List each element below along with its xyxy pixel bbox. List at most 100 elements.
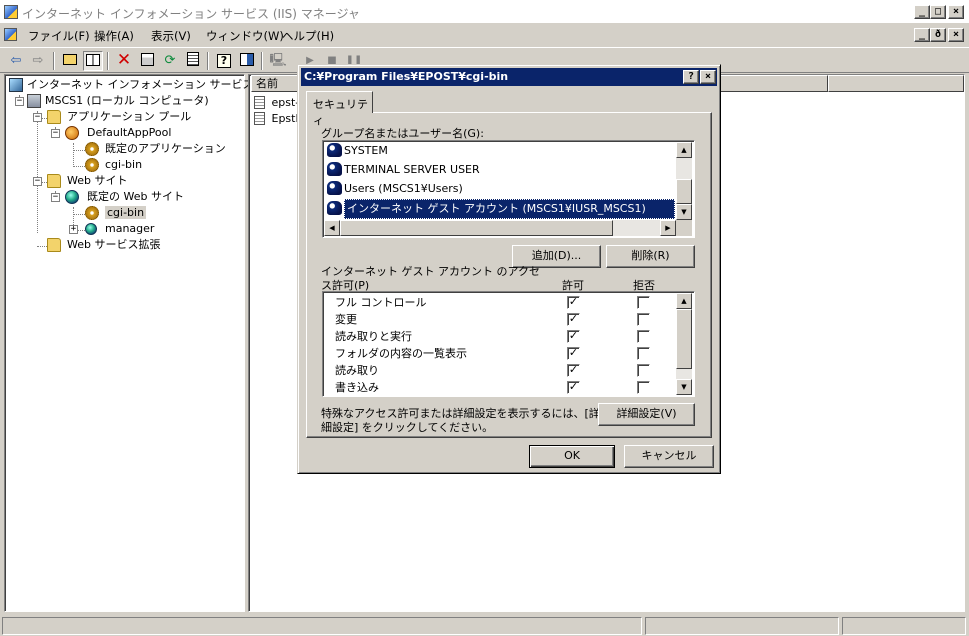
permission-row: 読み取りと実行 [335, 330, 412, 343]
child-restore-button[interactable]: ð [930, 28, 946, 42]
list-item[interactable]: Epstl [254, 111, 299, 127]
computer-icon[interactable]: 🖳 [268, 51, 288, 71]
main-window-title: インターネット インフォメーション サービス (IIS) マネージャ [22, 7, 360, 21]
menu-view[interactable]: 表示(V) [151, 28, 191, 44]
computer-icon [27, 94, 41, 108]
tree-label: Web サイト [67, 174, 128, 187]
help-icon[interactable]: ? [214, 51, 234, 71]
child-minimize-button[interactable]: _ [914, 28, 930, 42]
collapse-toggle-icon[interactable]: − [15, 97, 24, 106]
tree-item-manager[interactable]: manager [85, 221, 154, 237]
collapse-toggle-icon[interactable]: − [51, 129, 60, 138]
file-icon [254, 96, 265, 109]
advanced-button[interactable]: 詳細設定(V) [598, 403, 695, 426]
group-users-label: グループ名またはユーザー名(G): [321, 127, 484, 140]
scroll-up-arrow-icon[interactable]: ▲ [676, 142, 692, 158]
refresh-icon[interactable]: ⟳ [160, 51, 180, 71]
scroll-down-arrow-icon[interactable]: ▼ [676, 204, 692, 220]
tree-item-cgi-bin[interactable]: cgi-bin [85, 205, 147, 221]
console-icon[interactable] [237, 51, 257, 71]
collapse-toggle-icon[interactable]: − [33, 177, 42, 186]
close-button[interactable]: × [948, 5, 964, 19]
allow-checkbox[interactable]: ✓ [567, 364, 580, 377]
deny-checkbox[interactable] [637, 313, 650, 326]
column-header-extra[interactable] [828, 75, 964, 92]
tree-pane[interactable]: インターネット インフォメーション サービス − MSCS1 (ローカル コンピ… [4, 74, 253, 612]
deny-checkbox[interactable] [637, 364, 650, 377]
menu-help[interactable]: ヘルプ(H) [282, 28, 334, 44]
child-close-button[interactable]: × [948, 28, 964, 42]
allow-checkbox[interactable]: ✓ [567, 313, 580, 326]
scroll-thumb[interactable] [676, 309, 692, 369]
app-pool-icon [65, 126, 79, 140]
user-item-users[interactable]: Users (MSCS1¥Users) [327, 180, 463, 198]
status-cell [842, 617, 966, 635]
tree-line [73, 214, 85, 215]
menu-window[interactable]: ウィンドウ(W) [206, 28, 284, 44]
tree-item-app-pools[interactable]: アプリケーション プール [47, 109, 191, 125]
allow-checkbox[interactable]: ✓ [567, 347, 580, 360]
back-arrow-icon[interactable]: ⇦ [6, 51, 26, 71]
scroll-thumb[interactable] [676, 179, 692, 204]
users-vscrollbar[interactable]: ▲ ▼ [676, 142, 692, 220]
tree-label: manager [105, 222, 155, 235]
scroll-up-arrow-icon[interactable]: ▲ [676, 293, 692, 309]
dialog-title-bar[interactable]: C:¥Program Files¥EPOST¥cgi-bin ? × [301, 68, 717, 86]
toolbar-separator [107, 52, 109, 70]
permissions-vscrollbar[interactable]: ▲ ▼ [676, 293, 692, 395]
dialog-help-button[interactable]: ? [683, 70, 699, 84]
deny-checkbox[interactable] [637, 330, 650, 343]
status-cell [2, 617, 642, 635]
user-item-iusr-selected[interactable]: インターネット ゲスト アカウント (MSCS1¥IUSR_MSCS1) [327, 199, 675, 219]
ok-button[interactable]: OK [529, 445, 615, 468]
allow-checkbox[interactable]: ✓ [567, 381, 580, 394]
tree-label: アプリケーション プール [67, 110, 192, 123]
menu-file[interactable]: ファイル(F) [28, 28, 90, 44]
main-title-bar[interactable]: インターネット インフォメーション サービス (IIS) マネージャ _ □ × [0, 0, 969, 24]
collapse-toggle-icon[interactable]: − [33, 113, 42, 122]
scroll-left-arrow-icon[interactable]: ◀ [324, 220, 340, 236]
list-item[interactable]: epst- [254, 95, 299, 111]
maximize-button[interactable]: □ [930, 5, 946, 19]
deny-checkbox[interactable] [637, 381, 650, 394]
scroll-down-arrow-icon[interactable]: ▼ [676, 379, 692, 395]
allow-checkbox[interactable]: ✓ [567, 330, 580, 343]
allow-checkbox[interactable]: ✓ [567, 296, 580, 309]
user-item-terminal[interactable]: TERMINAL SERVER USER [327, 161, 480, 179]
expand-toggle-icon[interactable]: + [69, 225, 78, 234]
tree-item-web-sites[interactable]: Web サイト [47, 173, 127, 189]
tree-line [73, 166, 85, 167]
scroll-right-arrow-icon[interactable]: ▶ [660, 220, 676, 236]
scroll-thumb[interactable] [340, 220, 613, 236]
deny-checkbox[interactable] [637, 296, 650, 309]
menu-action[interactable]: 操作(A) [94, 28, 134, 44]
user-item-system[interactable]: SYSTEM [327, 142, 388, 160]
permissions-listbox[interactable]: フル コントロール 変更 読み取りと実行 フォルダの内容の一覧表示 読み取り 書… [322, 291, 695, 397]
tree-item-default-app-pool[interactable]: DefaultAppPool [65, 125, 171, 141]
mmc-child-icon[interactable] [4, 28, 17, 41]
tree-label-selected: cgi-bin [105, 206, 147, 219]
toolbar-separator [53, 52, 55, 70]
properties-icon[interactable] [137, 51, 157, 71]
tree-item-default-site[interactable]: 既定の Web サイト [65, 189, 184, 205]
deny-checkbox[interactable] [637, 347, 650, 360]
export-list-icon[interactable] [183, 51, 203, 71]
forward-arrow-icon[interactable]: ⇨ [28, 51, 48, 71]
cancel-button[interactable]: キャンセル [624, 445, 714, 468]
users-hscrollbar[interactable]: ◀ ▶ [324, 220, 676, 236]
collapse-toggle-icon[interactable]: − [51, 193, 60, 202]
dialog-close-button[interactable]: × [700, 70, 716, 84]
tree-item-default-app[interactable]: 既定のアプリケーション [85, 141, 226, 157]
delete-icon[interactable]: ✕ [114, 51, 134, 71]
tree-item-server[interactable]: MSCS1 (ローカル コンピュータ) [27, 93, 209, 109]
users-listbox[interactable]: SYSTEM TERMINAL SERVER USER Users (MSCS1… [322, 140, 695, 238]
show-tree-icon[interactable] [83, 51, 103, 71]
minimize-button[interactable]: _ [914, 5, 930, 19]
tree-item-web-ext[interactable]: Web サービス拡張 [47, 237, 160, 253]
tree-item-pool-cgi-bin[interactable]: cgi-bin [85, 157, 142, 173]
tab-security[interactable]: セキュリティ [306, 91, 373, 127]
remove-button[interactable]: 削除(R) [606, 245, 695, 268]
tree-item-iis-root[interactable]: インターネット インフォメーション サービス [9, 77, 253, 93]
up-folder-icon[interactable] [60, 51, 80, 71]
folder-icon [47, 174, 61, 188]
